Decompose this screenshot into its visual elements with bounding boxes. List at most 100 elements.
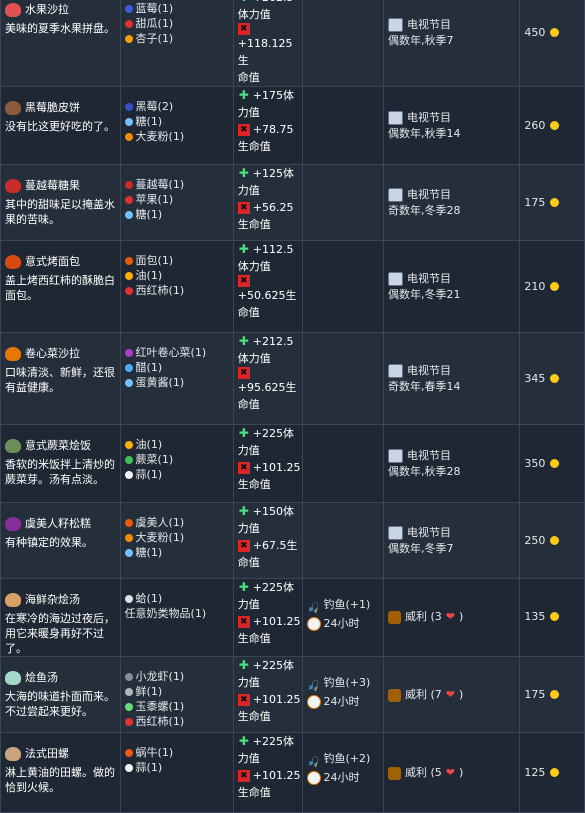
ingredient-item[interactable]: 大麦粉(1) (124, 530, 229, 545)
gold-coin-icon (550, 536, 560, 545)
source-link[interactable]: 电视节目 (407, 110, 451, 126)
ingredient-item[interactable]: 鲜(1) (124, 684, 229, 699)
buff-label[interactable]: 钓鱼(+1) (324, 595, 371, 614)
ingredient-item[interactable]: 醋(1) (124, 360, 229, 375)
buff-label[interactable]: 24小时 (324, 768, 360, 787)
ingredient-item[interactable]: 蒜(1) (124, 760, 229, 775)
ingredient-item[interactable]: 蒜(1) (124, 467, 229, 482)
health-icon: ✖ (237, 367, 250, 379)
ingredient-item[interactable]: 蓝莓(1) (124, 1, 229, 16)
ingredient-item[interactable]: 面包(1) (124, 253, 229, 268)
ingredient-item[interactable]: 玉黍螺(1) (124, 699, 229, 714)
effect-line: +95.625生 (238, 379, 298, 396)
buff-label[interactable]: 钓鱼(+2) (324, 749, 371, 768)
dish-name-link[interactable]: 黑莓脆皮饼 (25, 99, 80, 116)
dish-description: 在寒冷的海边过夜后，用它来暖身再好不过了。 (5, 612, 115, 655)
ingredient-item[interactable]: 蛋黄酱(1) (124, 375, 229, 390)
source-link[interactable]: 电视节目 (407, 271, 451, 287)
ingredient-item[interactable]: 糖(1) (124, 545, 229, 560)
dish-name-link[interactable]: 蔓越莓糖果 (25, 177, 80, 194)
health-icon: ✖ (237, 23, 250, 35)
ingredient-item[interactable]: 虞美人(1) (124, 515, 229, 530)
source-detail: 偶数年,秋季28 (387, 465, 461, 478)
ingredient-item[interactable]: 小龙虾(1) (124, 669, 229, 684)
effect-text: 命值 (237, 556, 260, 569)
ingredient-label: 蛤(1) (135, 592, 163, 605)
ingredient-label: 大麦粉(1) (135, 531, 185, 544)
buff-cell (301, 240, 384, 333)
ingredient-item[interactable]: 糖(1) (124, 207, 229, 222)
source-detail: 奇数年,春季14 (387, 380, 461, 393)
dish-name-link[interactable]: 卷心菜沙拉 (25, 345, 80, 362)
dish-name-link[interactable]: 法式田螺 (25, 745, 69, 762)
source-link[interactable]: 电视节目 (407, 363, 451, 379)
dish-cell: 烩鱼汤 大海的味道扑面而来。不过尝起来更好。 (0, 656, 121, 733)
ingredient-label: 油(1) (135, 438, 163, 451)
ingredient-item[interactable]: 黑莓(2) (124, 99, 229, 114)
price-value: 125 (524, 764, 580, 781)
ingredient-label: 糖(1) (135, 115, 163, 128)
ingredient-item[interactable]: 西红柿(1) (124, 714, 229, 729)
effect-line: 生命值 (238, 630, 298, 647)
effect-line: 生命值 (238, 708, 298, 725)
npc-link[interactable]: 威利 (7 (405, 687, 442, 703)
buff-label[interactable]: 24小时 (324, 692, 360, 711)
ingredient-label: 杏子(1) (135, 32, 174, 45)
effect-text: +50.625生 (237, 289, 297, 302)
ingredient-label: 大麦粉(1) (135, 130, 185, 143)
ingredient-item[interactable]: 大麦粉(1) (124, 129, 229, 144)
ingredient-item[interactable]: 任意奶类物品(1) (125, 606, 229, 621)
dish-icon (5, 254, 21, 269)
ingredient-item[interactable]: 蕨菜(1) (124, 452, 229, 467)
ingredient-item[interactable]: 蛤(1) (124, 591, 229, 606)
dish-icon (5, 670, 21, 685)
effect-line: 力值 (238, 442, 298, 459)
buff-label[interactable]: 钓鱼(+3) (324, 673, 371, 692)
source-link[interactable]: 电视节目 (407, 187, 451, 203)
dish-name-link[interactable]: 烩鱼汤 (25, 669, 58, 686)
dish-name-link[interactable]: 海鲜杂烩汤 (25, 591, 80, 608)
dish-icon (5, 2, 21, 17)
ingredient-label: 面包(1) (135, 254, 174, 267)
price-text: 175 (524, 196, 546, 209)
ingredient-item[interactable]: 杏子(1) (124, 31, 229, 46)
effect-text: 生命值 (237, 786, 271, 799)
npc-close: ) (458, 688, 464, 701)
source-link[interactable]: 电视节目 (407, 448, 451, 464)
effect-line: 力值 (238, 750, 298, 767)
ingredient-icon (124, 763, 133, 772)
npc-link[interactable]: 威利 (3 (405, 609, 442, 625)
price-value: 175 (524, 686, 580, 703)
ingredient-item[interactable]: 蜗牛(1) (124, 745, 229, 760)
dish-name-link[interactable]: 意式蕨菜烩饭 (25, 437, 91, 454)
effects-cell: ✚ +225体 力值 ✖ +101.25 生命值 (232, 424, 303, 503)
ingredient-item[interactable]: 甜瓜(1) (124, 16, 229, 31)
ingredient-item[interactable]: 油(1) (124, 437, 229, 452)
ingredient-item[interactable]: 西红柿(1) (124, 283, 229, 298)
ingredient-item[interactable]: 糖(1) (124, 114, 229, 129)
ingredient-label: 西红柿(1) (135, 715, 185, 728)
effect-line: ✚ +225体 (238, 426, 298, 443)
price-cell: 135 (519, 578, 585, 657)
recipe-table-body: 水果沙拉美味的夏季水果拼盘。蓝莓(1)甜瓜(1)杏子(1)✚+262.5体力值✖… (0, 0, 585, 813)
ingredient-label: 蒜(1) (135, 468, 163, 481)
dish-name-link[interactable]: 虞美人籽松糕 (25, 515, 91, 532)
dish-name-link[interactable]: 意式烤面包 (25, 253, 80, 270)
effects-cell: ✚ +150体 力值 ✖ +67.5生 命值 (232, 502, 303, 579)
gold-coin-icon (550, 690, 560, 699)
source-link[interactable]: 电视节目 (407, 17, 451, 33)
dish-name-link[interactable]: 水果沙拉 (25, 1, 69, 18)
effect-line: +118.125生 (238, 35, 298, 69)
source-link[interactable]: 电视节目 (407, 525, 451, 541)
effect-line: +50.625生 (238, 287, 298, 304)
ingredient-label: 糖(1) (135, 208, 163, 221)
ingredient-item[interactable]: 苹果(1) (124, 192, 229, 207)
buff-label[interactable]: 24小时 (324, 614, 360, 633)
npc-link[interactable]: 威利 (5 (405, 765, 442, 781)
ingredient-item[interactable]: 油(1) (124, 268, 229, 283)
heart-icon: ❤ (445, 766, 455, 779)
ingredient-item[interactable]: 蔓越莓(1) (124, 177, 229, 192)
heart-icon: ❤ (445, 688, 455, 701)
ingredient-item[interactable]: 红叶卷心菜(1) (124, 345, 229, 360)
dish-icon (5, 516, 21, 531)
